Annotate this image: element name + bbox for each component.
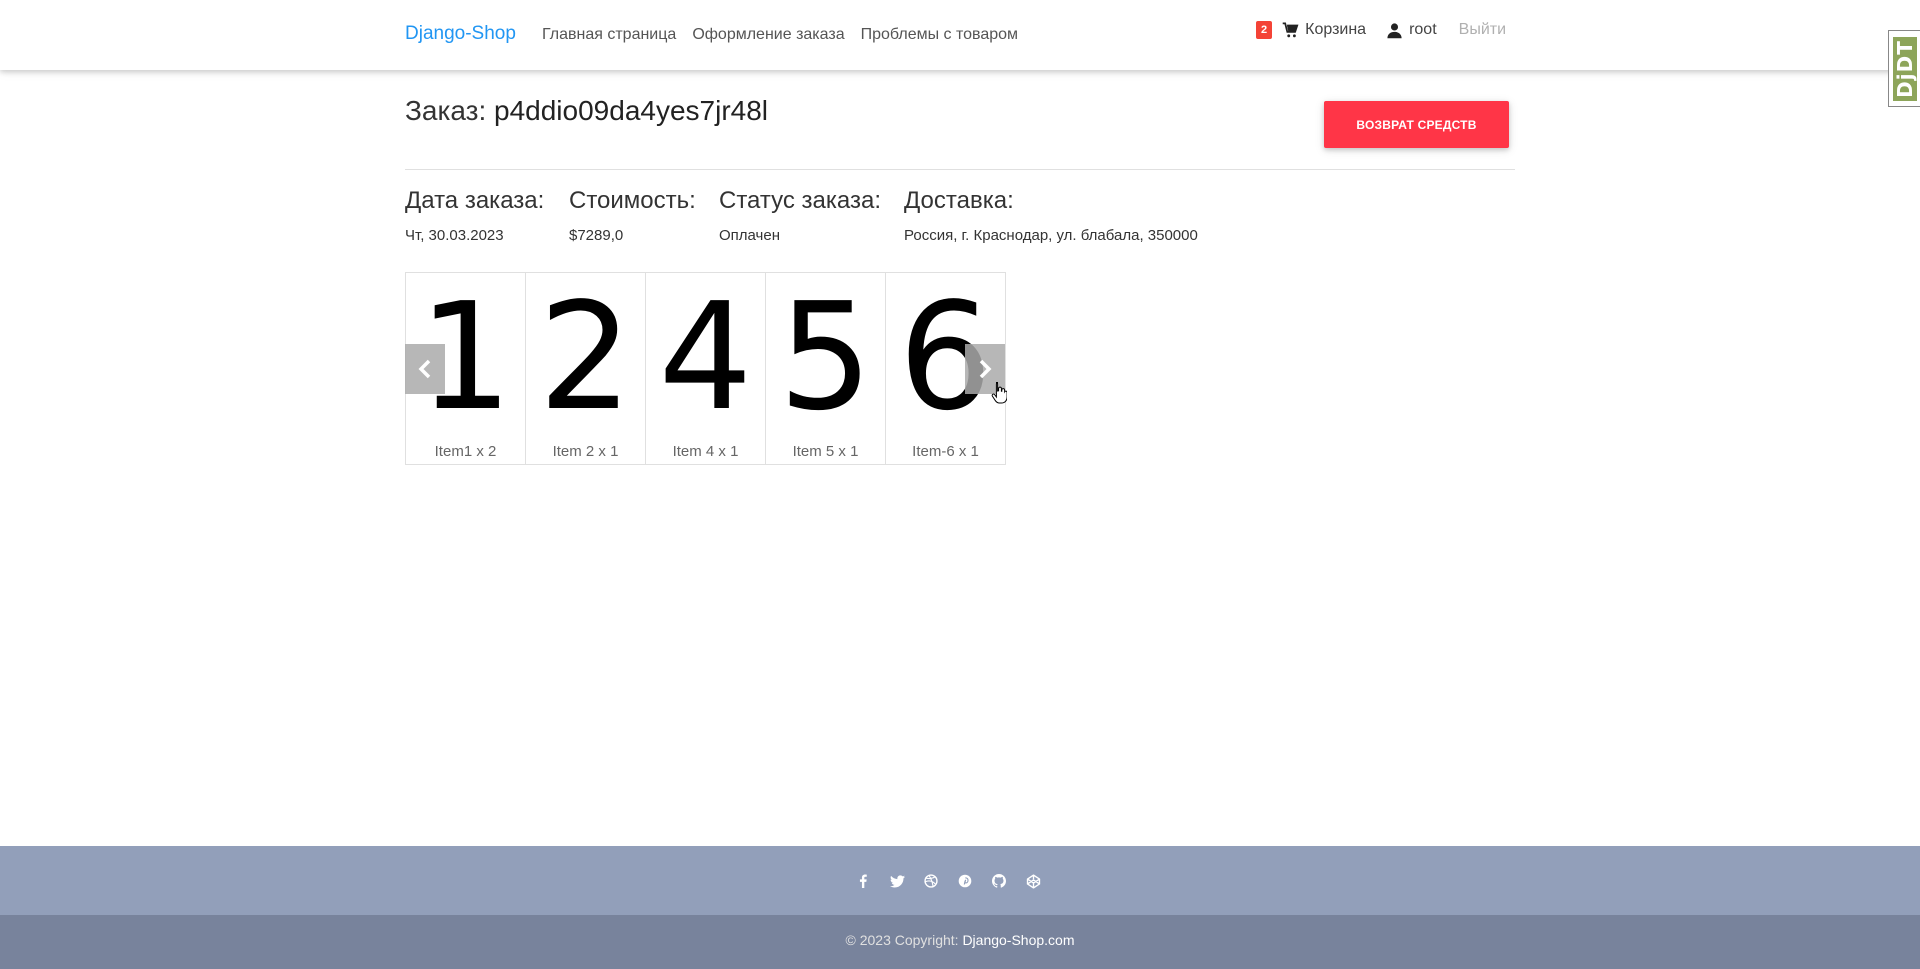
- cart-link[interactable]: Корзина: [1282, 21, 1366, 39]
- carousel-item[interactable]: 4 Item 4 x 1: [645, 272, 766, 465]
- copyright-text: © 2023 Copyright: Django-Shop.com: [0, 932, 1920, 948]
- copyright-link[interactable]: Django-Shop.com: [962, 932, 1074, 948]
- order-date-value: Чт, 30.03.2023: [405, 227, 504, 244]
- order-date-label: Дата заказа:: [405, 187, 545, 214]
- nav-links: Главная страница Оформление заказа Пробл…: [542, 26, 1018, 44]
- navbar: Django-Shop Главная страница Оформление …: [0, 0, 1920, 70]
- carousel-item[interactable]: 2 Item 2 x 1: [525, 272, 646, 465]
- dribbble-icon[interactable]: [923, 873, 939, 889]
- footer-copyright: © 2023 Copyright: Django-Shop.com: [0, 915, 1920, 969]
- item-caption: Item 5 x 1: [792, 443, 859, 460]
- order-title: Заказ: p4ddio09da4yes7jr48l: [405, 95, 768, 127]
- order-title-prefix: Заказ:: [405, 95, 487, 126]
- item-image: 4: [658, 271, 753, 443]
- twitter-icon[interactable]: [889, 873, 905, 889]
- footer-social: [0, 846, 1920, 915]
- nav-right: 2 Корзина root Выйти: [1256, 21, 1506, 39]
- user-label: root: [1409, 21, 1437, 38]
- order-date-block: Дата заказа: Чт, 30.03.2023: [405, 187, 544, 244]
- cart-label: Корзина: [1305, 21, 1367, 38]
- nav-link-problems[interactable]: Проблемы с товаром: [861, 26, 1018, 44]
- item-caption: Item1 x 2: [434, 443, 497, 460]
- divider: [405, 169, 1515, 170]
- brand-link[interactable]: Django-Shop: [405, 23, 516, 45]
- shopping-cart-icon: [1282, 22, 1299, 37]
- item-image: 5: [778, 271, 873, 443]
- item-caption: Item-6 x 1: [912, 443, 979, 460]
- carousel-prev-button[interactable]: [405, 344, 445, 394]
- logout-link[interactable]: Выйти: [1459, 21, 1506, 39]
- user-link[interactable]: root: [1386, 21, 1437, 39]
- item-caption: Item 2 x 1: [552, 443, 619, 460]
- social-icons: [855, 873, 1041, 889]
- order-items-carousel: 1 Item1 x 2 2 Item 2 x 1 4 Item 4 x 1 5 …: [405, 272, 1006, 465]
- nav-link-checkout[interactable]: Оформление заказа: [692, 26, 844, 44]
- debug-toolbar-logo: DjDT: [1893, 37, 1917, 101]
- pinterest-icon[interactable]: [957, 873, 973, 889]
- order-cost-value: $7289,0: [569, 227, 624, 244]
- debug-toolbar-handle[interactable]: DjDT: [1888, 30, 1920, 107]
- order-cost-block: Стоимость: $7289,0: [569, 187, 696, 244]
- order-status-value: Оплачен: [719, 227, 780, 244]
- order-status-block: Статус заказа: Оплачен: [719, 187, 881, 244]
- carousel-item[interactable]: 5 Item 5 x 1: [765, 272, 886, 465]
- chevron-left-icon: [418, 359, 431, 379]
- item-image: 2: [538, 271, 633, 443]
- order-delivery-block: Доставка: Россия, г. Краснодар, ул. блаб…: [904, 187, 1198, 244]
- chevron-right-icon: [979, 359, 992, 379]
- codepen-icon[interactable]: [1025, 873, 1041, 889]
- nav-link-home[interactable]: Главная страница: [542, 26, 676, 44]
- copyright-prefix: © 2023 Copyright:: [845, 932, 959, 948]
- user-icon: [1387, 22, 1402, 38]
- cart-count-badge: 2: [1256, 21, 1273, 39]
- github-icon[interactable]: [991, 873, 1007, 889]
- order-delivery-value: Россия, г. Краснодар, ул. блабала, 35000…: [904, 227, 1198, 244]
- order-cost-label: Стоимость:: [569, 187, 696, 214]
- order-delivery-label: Доставка:: [904, 187, 1014, 214]
- facebook-icon[interactable]: [855, 873, 871, 889]
- hand-pointer-cursor-icon: [991, 382, 1007, 404]
- refund-button[interactable]: ВОЗВРАТ СРЕДСТВ: [1324, 101, 1509, 148]
- order-code: p4ddio09da4yes7jr48l: [494, 95, 769, 126]
- order-status-label: Статус заказа:: [719, 187, 882, 214]
- item-caption: Item 4 x 1: [672, 443, 739, 460]
